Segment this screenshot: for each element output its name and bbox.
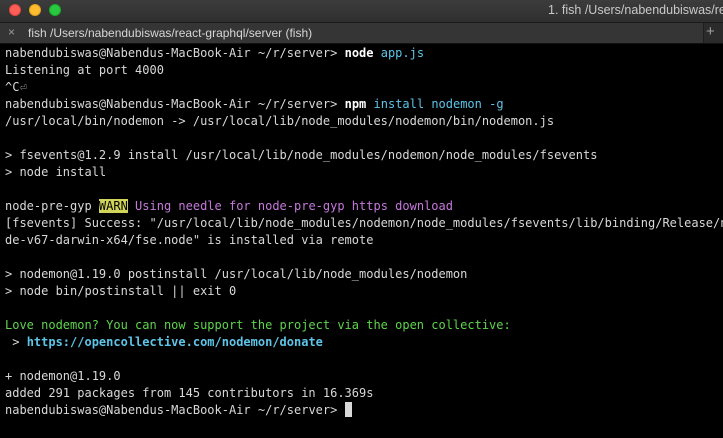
output-text: + nodemon@1.19.0 (5, 369, 121, 383)
output-text: > node bin/postinstall || exit 0 (5, 284, 237, 298)
output-text: node-pre-gyp (5, 199, 99, 213)
terminal-line: nabendubiswas@Nabendus-MacBook-Air ~/r/s… (5, 402, 719, 419)
terminal-line: [fsevents] Success: "/usr/local/lib/node… (5, 215, 723, 232)
terminal-line: nabendubiswas@Nabendus-MacBook-Air ~/r/s… (5, 96, 719, 113)
prompt-path: ~/r/server (257, 46, 331, 60)
donate-link[interactable]: https://opencollective.com/nodemon/donat… (27, 335, 323, 349)
terminal-line: + nodemon@1.19.0 (5, 368, 719, 385)
terminal-line: Love nodemon? You can now support the pr… (5, 317, 719, 334)
new-tab-icon[interactable]: + (706, 23, 715, 40)
terminal-line: > node bin/postinstall || exit 0 (5, 283, 719, 300)
terminal-line: > nodemon@1.19.0 postinstall /usr/local/… (5, 266, 719, 283)
support-message: Love nodemon? You can now support the pr… (5, 318, 511, 332)
terminal-line: node-pre-gyp WARN Using needle for node-… (5, 198, 719, 215)
command-name: npm (344, 97, 367, 111)
terminal-output[interactable]: nabendubiswas@Nabendus-MacBook-Air ~/r/s… (5, 45, 723, 435)
terminal-line: de-v67-darwin-x64/fse.node" is installed… (5, 232, 719, 249)
terminal-line: nabendubiswas@Nabendus-MacBook-Air ~/r/s… (5, 45, 719, 62)
terminal-line: Listening at port 4000 (5, 62, 719, 79)
close-window-button[interactable] (9, 4, 21, 16)
terminal-line: > https://opencollective.com/nodemon/don… (5, 334, 719, 351)
prompt-symbol: > (330, 403, 338, 417)
prompt-path: ~/r/server (257, 97, 331, 111)
command-name: node (344, 46, 374, 60)
command-args: install nodemon -g (373, 97, 504, 111)
text-cursor (344, 402, 352, 417)
output-text: ^C (5, 80, 20, 94)
tab-label: fish /Users/nabendubiswas/react-graphql/… (28, 26, 313, 40)
prompt-user: nabendubiswas@Nabendus-MacBook-Air (5, 46, 251, 60)
output-text: > node install (5, 165, 107, 179)
output-text: [fsevents] Success: "/usr/local/lib/node… (5, 216, 723, 230)
terminal-line: ^C⏎ (5, 79, 719, 96)
maximize-window-button[interactable] (49, 4, 61, 16)
output-text: de-v67-darwin-x64/fse.node" is installed… (5, 233, 374, 247)
prompt-user: nabendubiswas@Nabendus-MacBook-Air (5, 97, 251, 111)
prompt-symbol: > (330, 97, 338, 111)
output-text: added 291 packages from 145 contributors… (5, 386, 374, 400)
output-text: > nodemon@1.19.0 postinstall /usr/local/… (5, 267, 468, 281)
tab-fish[interactable]: × fish /Users/nabendubiswas/react-graphq… (0, 23, 704, 43)
terminal-line: /usr/local/bin/nodemon -> /usr/local/lib… (5, 113, 719, 130)
prompt-symbol: > (330, 46, 338, 60)
window-title: 1. fish /Users/nabendubiswas/react-graph… (548, 3, 723, 17)
terminal-line: added 291 packages from 145 contributors… (5, 385, 719, 402)
link-prefix: > (5, 335, 27, 349)
title-bar[interactable]: 1. fish /Users/nabendubiswas/react-graph… (0, 0, 723, 23)
tab-close-icon[interactable]: × (8, 25, 15, 39)
output-text: Listening at port 4000 (5, 63, 164, 77)
warn-badge: WARN (98, 199, 128, 213)
terminal-line: > fsevents@1.2.9 install /usr/local/lib/… (5, 147, 719, 164)
terminal-window: 1. fish /Users/nabendubiswas/react-graph… (0, 0, 723, 438)
warn-message: Using needle for node-pre-gyp https down… (127, 199, 453, 213)
output-text: > fsevents@1.2.9 install /usr/local/lib/… (5, 148, 598, 162)
command-args: app.js (380, 46, 425, 60)
output-text: /usr/local/bin/nodemon -> /usr/local/lib… (5, 114, 555, 128)
tab-bar: × fish /Users/nabendubiswas/react-graphq… (0, 23, 723, 44)
prompt-user: nabendubiswas@Nabendus-MacBook-Air (5, 403, 251, 417)
terminal-line: > node install (5, 164, 719, 181)
minimize-window-button[interactable] (29, 4, 41, 16)
prompt-path: ~/r/server (257, 403, 331, 417)
return-marker-icon: ⏎ (19, 80, 27, 94)
